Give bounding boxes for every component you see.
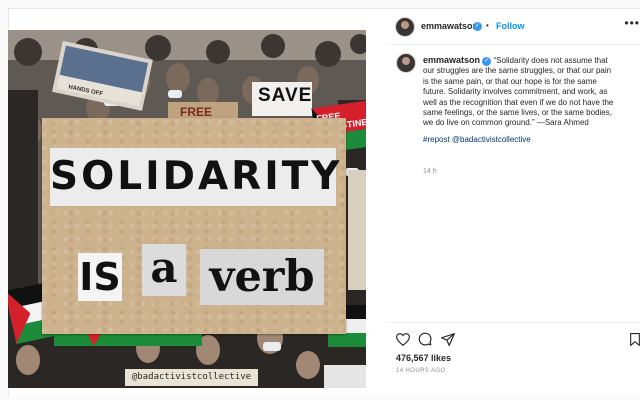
caption-verified-icon: ✓ <box>482 57 492 66</box>
caption-username[interactable]: emmawatson <box>423 55 480 65</box>
more-options-icon[interactable]: ••• <box>624 16 640 30</box>
word-verb: verb <box>200 249 324 305</box>
post-header: emmawatson ✓ • Follow ••• <box>387 8 640 45</box>
header-separator: • <box>486 21 489 30</box>
save-bookmark-icon[interactable] <box>630 333 640 346</box>
avatar[interactable] <box>395 17 415 37</box>
caption-text: “Solidarity does not assume that our str… <box>423 56 614 128</box>
post-time-ago: 14 HOURS AGO <box>396 368 446 374</box>
sign-free: FREE <box>180 105 213 119</box>
verified-icon: ✓ <box>473 22 482 31</box>
caption-timestamp: 14 h <box>423 168 437 175</box>
comment-icon[interactable] <box>418 332 432 346</box>
action-bar: 476,567 likes 14 HOURS AGO <box>387 322 640 401</box>
collage-card: SOLIDARITY IS a verb <box>42 118 346 334</box>
image-watermark: @badactivistcollective <box>125 369 258 386</box>
caption-hashtag[interactable]: #repost @badactivistcollective <box>423 135 531 144</box>
likes-count[interactable]: 476,567 likes <box>396 353 451 363</box>
word-a: a <box>142 244 186 296</box>
word-is: IS <box>78 253 122 301</box>
caption-avatar[interactable] <box>396 53 416 73</box>
post-image[interactable]: HANDS OFF SAVE FREE FREE PALESTINE SOLID… <box>8 30 366 388</box>
sign-save: SAVE <box>258 85 313 106</box>
header-username[interactable]: emmawatson <box>421 21 478 31</box>
heart-icon[interactable] <box>396 333 410 346</box>
share-icon[interactable] <box>441 333 455 346</box>
word-solidarity: SOLIDARITY <box>50 148 340 206</box>
post-caption: emmawatson ✓ “Solidarity does not assume… <box>423 55 618 145</box>
follow-button[interactable]: Follow <box>496 21 525 31</box>
